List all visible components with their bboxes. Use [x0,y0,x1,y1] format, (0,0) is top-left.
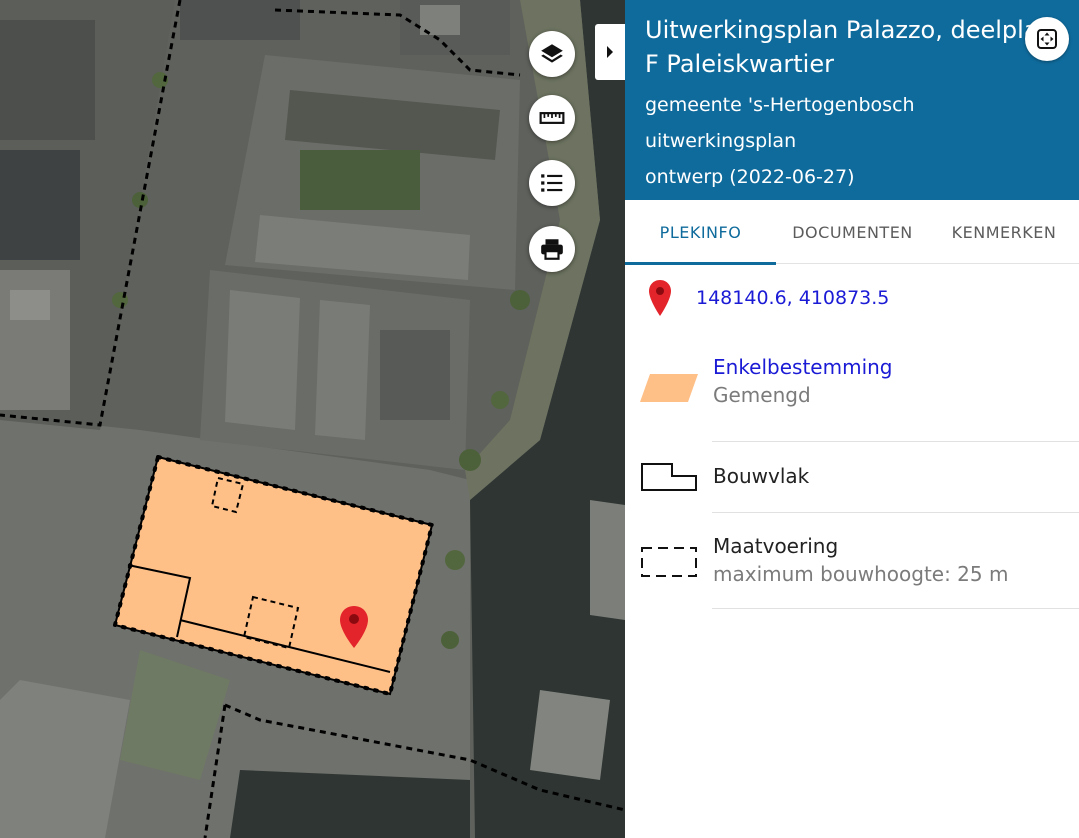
measure-button[interactable] [529,95,575,141]
layers-button[interactable] [529,31,575,77]
plan-title: Uitwerkingsplan Palazzo, deelplan F Pale… [645,16,1054,78]
bouwvlak-outline-icon [641,463,697,491]
plan-municipality: gemeente 's-Hertogenbosch [645,94,915,116]
panel-toggle-button[interactable] [595,24,625,80]
ruler-icon [539,112,565,124]
layers-icon [541,44,563,63]
divider [712,608,1079,609]
plan-status: ontwerp (2022-06-27) [645,166,855,188]
legend-title: Bouwvlak [713,464,810,488]
legend-subtitle: maximum bouwhoogte: 25 m [713,562,1009,586]
legend-item-bouwvlak: Bouwvlak [625,452,1079,512]
tab-kenmerken[interactable]: KENMERKEN [929,200,1079,264]
expand-icon [1037,29,1057,49]
divider [712,441,1079,442]
map-pin-icon [649,280,671,316]
coordinates-link[interactable]: 148140.6, 410873.5 [696,287,889,309]
plan-type: uitwerkingsplan [645,130,797,152]
divider [712,512,1079,513]
location-marker-icon [340,606,368,648]
tab-plekinfo[interactable]: PLEKINFO [625,200,776,265]
chevron-right-icon [607,46,613,58]
printer-icon [541,239,563,260]
legend-title[interactable]: Enkelbestemming [713,355,893,379]
legend-button[interactable] [529,160,575,206]
dashed-rectangle-icon [641,547,697,577]
tab-documenten[interactable]: DOCUMENTEN [776,200,929,264]
legend-item-enkelbestemming: Enkelbestemming Gemengd [625,350,1079,440]
legend-title: Maatvoering [713,534,839,558]
coordinate-row: 148140.6, 410873.5 [625,279,1079,319]
list-icon [541,174,563,192]
legend-subtitle: Gemengd [713,383,811,407]
panel-header: Uitwerkingsplan Palazzo, deelplan F Pale… [625,0,1079,200]
map-view[interactable] [0,0,625,838]
print-button[interactable] [529,226,575,272]
parallelogram-swatch-icon [640,374,698,402]
info-panel: Uitwerkingsplan Palazzo, deelplan F Pale… [625,0,1079,838]
legend-item-maatvoering: Maatvoering maximum bouwhoogte: 25 m [625,522,1079,608]
tab-bar: PLEKINFO DOCUMENTEN KENMERKEN [625,200,1079,265]
fullscreen-button[interactable] [1025,17,1069,61]
